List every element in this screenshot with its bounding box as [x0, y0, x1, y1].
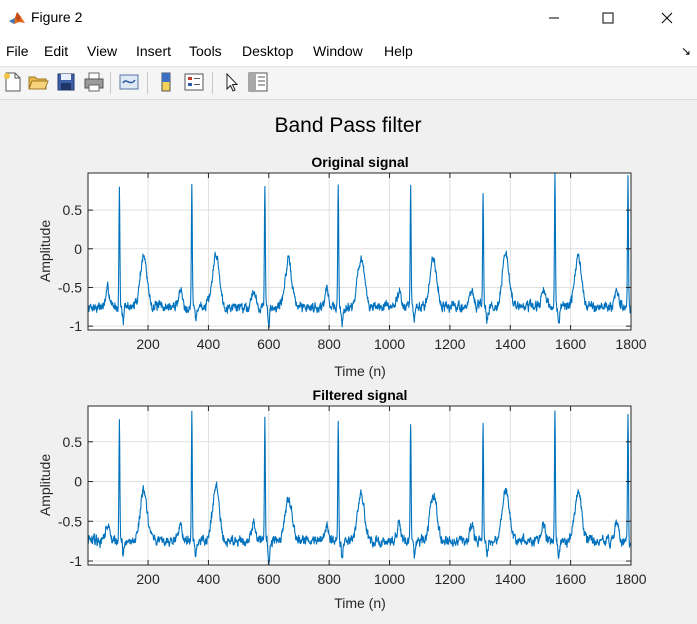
- y-tick-label: -0.5: [58, 513, 82, 529]
- maximize-icon: [602, 12, 614, 24]
- link-plot-icon[interactable]: [118, 71, 140, 93]
- menu-help[interactable]: Help: [384, 43, 413, 59]
- minimize-icon: [549, 17, 559, 19]
- x-tick-label: 600: [257, 336, 281, 352]
- close-icon: [661, 12, 673, 24]
- x-tick-label: 1400: [495, 336, 526, 352]
- menu-view[interactable]: View: [87, 43, 117, 59]
- axes-filtered: Filtered signal Amplitude Time (n) 200 40…: [37, 387, 647, 611]
- x-tick-label: 1200: [434, 571, 465, 587]
- close-button[interactable]: [644, 0, 690, 36]
- x-tick-label: 1000: [374, 336, 405, 352]
- menu-window[interactable]: Window: [313, 43, 363, 59]
- y-tick-label: 0: [74, 474, 82, 490]
- matlab-logo-icon: [9, 12, 25, 24]
- menu-edit[interactable]: Edit: [44, 43, 68, 59]
- figure-suptitle: Band Pass filter: [274, 114, 421, 137]
- x-tick-label: 1600: [555, 571, 586, 587]
- axes-original: Original signal Amplitude Time (n) 200 40…: [37, 154, 647, 379]
- xlabel-original: Time (n): [334, 363, 386, 379]
- y-tick-label: -0.5: [58, 279, 82, 295]
- ylabel-original: Amplitude: [37, 220, 53, 282]
- x-tick-label: 800: [317, 571, 341, 587]
- x-tick-label: 200: [136, 336, 160, 352]
- new-figure-icon[interactable]: [2, 71, 24, 93]
- plot-area[interactable]: [88, 406, 631, 565]
- maximize-button[interactable]: [585, 0, 631, 36]
- window-titlebar: Figure 2: [0, 0, 697, 36]
- x-tick-label: 1200: [434, 336, 465, 352]
- toolbar-separator: [110, 72, 111, 94]
- dock-arrow-icon[interactable]: ↘: [681, 44, 691, 58]
- x-tick-label: 200: [136, 571, 160, 587]
- toolbar-separator: [147, 72, 148, 94]
- xlabel-filtered: Time (n): [334, 595, 386, 611]
- x-tick-label: 400: [197, 571, 221, 587]
- x-tick-label: 600: [257, 571, 281, 587]
- y-tick-label: 0.5: [63, 202, 83, 218]
- pointer-icon[interactable]: [221, 71, 243, 93]
- print-icon[interactable]: [83, 71, 105, 93]
- menu-tools[interactable]: Tools: [189, 43, 222, 59]
- x-tick-label: 1000: [374, 571, 405, 587]
- menu-bar: File Edit View Insert Tools Desktop Wind…: [0, 36, 697, 67]
- y-tick-label: 0.5: [63, 434, 83, 450]
- colorbar-icon[interactable]: [155, 71, 177, 93]
- axes-title-filtered: Filtered signal: [313, 387, 408, 403]
- menu-desktop[interactable]: Desktop: [242, 43, 293, 59]
- figure-canvas: Band Pass filter Original signal Amplitu…: [37, 114, 647, 611]
- y-tick-label: -1: [70, 553, 83, 569]
- window-title: Figure 2: [31, 9, 83, 25]
- figure-toolbar: [0, 67, 697, 100]
- save-icon[interactable]: [55, 71, 77, 93]
- x-tick-label: 800: [317, 336, 341, 352]
- menu-insert[interactable]: Insert: [136, 43, 171, 59]
- axes-title-original: Original signal: [311, 154, 408, 170]
- ylabel-filtered: Amplitude: [37, 454, 53, 516]
- x-tick-label: 1600: [555, 336, 586, 352]
- legend-icon[interactable]: [183, 71, 205, 93]
- open-file-icon[interactable]: [27, 71, 49, 93]
- y-tick-label: 0: [74, 241, 82, 257]
- toolbar-separator: [212, 72, 213, 94]
- x-tick-label: 1800: [615, 336, 646, 352]
- property-inspector-icon[interactable]: [247, 71, 269, 93]
- minimize-button[interactable]: [531, 0, 577, 36]
- x-tick-label: 1400: [495, 571, 526, 587]
- y-tick-label: -1: [70, 318, 83, 334]
- menu-file[interactable]: File: [6, 43, 29, 59]
- x-tick-label: 400: [197, 336, 221, 352]
- x-tick-label: 1800: [615, 571, 646, 587]
